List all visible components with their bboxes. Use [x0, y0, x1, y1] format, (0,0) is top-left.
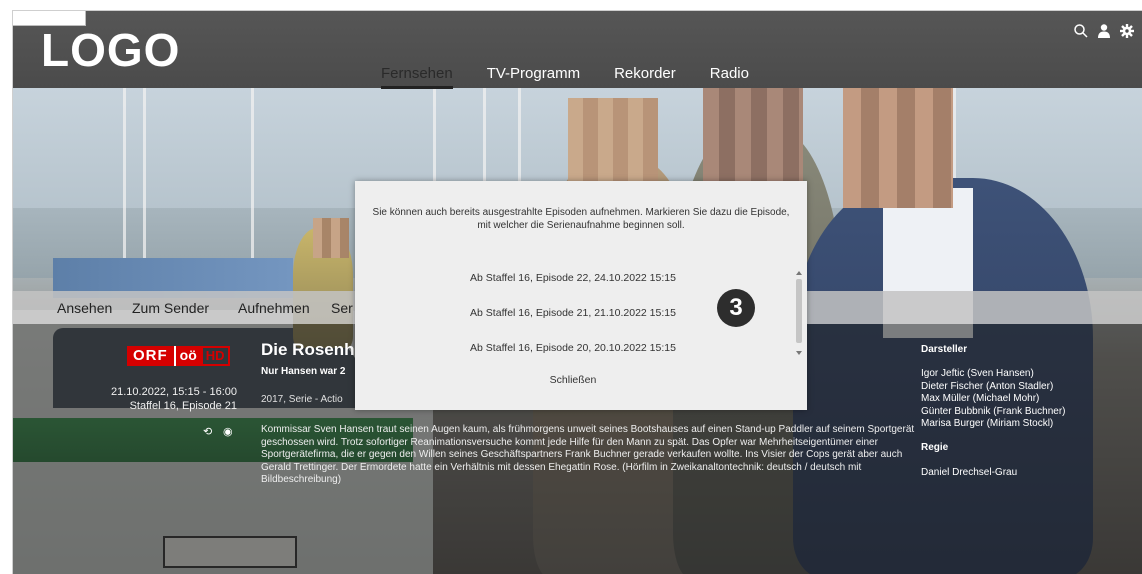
series-record-dialog: Sie können auch bereits ausgestrahlte Ep… [355, 181, 807, 410]
episode-option[interactable]: Ab Staffel 16, Episode 22, 24.10.2022 15… [355, 272, 791, 284]
nav-item-fernsehen[interactable]: Fernsehen [381, 65, 453, 89]
show-title: Die Rosenh [261, 340, 355, 359]
main-nav: Fernsehen TV-Programm Rekorder Radio [381, 65, 749, 89]
cast-heading: Darsteller [921, 344, 968, 355]
channel-hd: HD [200, 346, 230, 366]
scrollbar-thumb[interactable] [796, 279, 802, 343]
channel-logo: ORF oö HD [127, 346, 230, 366]
replay-icon[interactable]: ⟲ [203, 425, 212, 438]
series-record-button[interactable]: Ser [331, 300, 353, 316]
dialog-message: Sie können auch bereits ausgestrahlte Ep… [372, 207, 790, 231]
channel-region: oö [173, 346, 201, 366]
broadcast-time: 21.10.2022, 15:15 - 16:00 [111, 386, 237, 398]
director-name: Daniel Drechsel-Grau [921, 466, 1018, 478]
blurred-face [843, 88, 953, 208]
nav-item-rekorder[interactable]: Rekorder [614, 65, 676, 89]
scroll-down-icon[interactable] [796, 351, 802, 355]
search-icon[interactable] [1073, 23, 1089, 39]
blurred-face [703, 88, 803, 188]
watch-button[interactable]: Ansehen [57, 300, 112, 316]
cast-member: Igor Jeftic (Sven Hansen) [921, 368, 1034, 380]
director-heading: Regie [921, 442, 949, 454]
step-badge: 3 [717, 289, 755, 327]
show-description: Kommissar Sven Hansen traut seinen Augen… [261, 424, 915, 486]
channel-orf: ORF [127, 346, 174, 366]
cast-member: Marisa Burger (Miriam Stockl) [921, 418, 1054, 430]
nav-item-tv-programm[interactable]: TV-Programm [487, 65, 580, 89]
record-indicator-icon: ◉ [223, 426, 233, 438]
episode-label: Staffel 16, Episode 21 [129, 400, 237, 412]
episode-option[interactable]: Ab Staffel 16, Episode 20, 20.10.2022 15… [355, 342, 791, 354]
nav-item-radio[interactable]: Radio [710, 65, 749, 89]
blurred-face [568, 98, 658, 188]
cast-member: Max Müller (Michael Mohr) [921, 393, 1040, 405]
go-to-channel-button[interactable]: Zum Sender [132, 300, 209, 316]
app-frame: LOGO Fernsehen TV-Programm Rekorder Radi… [12, 10, 1142, 574]
close-button[interactable]: Schließen [355, 374, 791, 386]
record-button[interactable]: Aufnehmen [238, 300, 310, 316]
cast-member: Günter Bubbnik (Frank Buchner) [921, 405, 1066, 417]
top-header: LOGO Fernsehen TV-Programm Rekorder Radi… [13, 11, 1142, 89]
user-icon[interactable] [1097, 23, 1111, 39]
cast-member: Dieter Fischer (Anton Stadler) [921, 380, 1054, 392]
dialog-scrollbar[interactable] [795, 271, 803, 361]
show-meta: 2017, Serie - Actio [261, 394, 343, 405]
scroll-up-icon[interactable] [796, 271, 802, 275]
logo[interactable]: LOGO [41, 23, 180, 77]
mast [143, 88, 146, 278]
cast-list: Igor Jeftic (Sven Hansen) Dieter Fischer… [921, 368, 1066, 430]
blurred-face [313, 218, 349, 258]
show-subtitle: Nur Hansen war 2 [261, 366, 346, 377]
gear-icon[interactable] [1119, 23, 1135, 39]
corner-box [13, 11, 86, 26]
header-icons [1073, 23, 1135, 39]
cast-section: Darsteller Igor Jeftic (Sven Hansen) Die… [921, 344, 1066, 479]
